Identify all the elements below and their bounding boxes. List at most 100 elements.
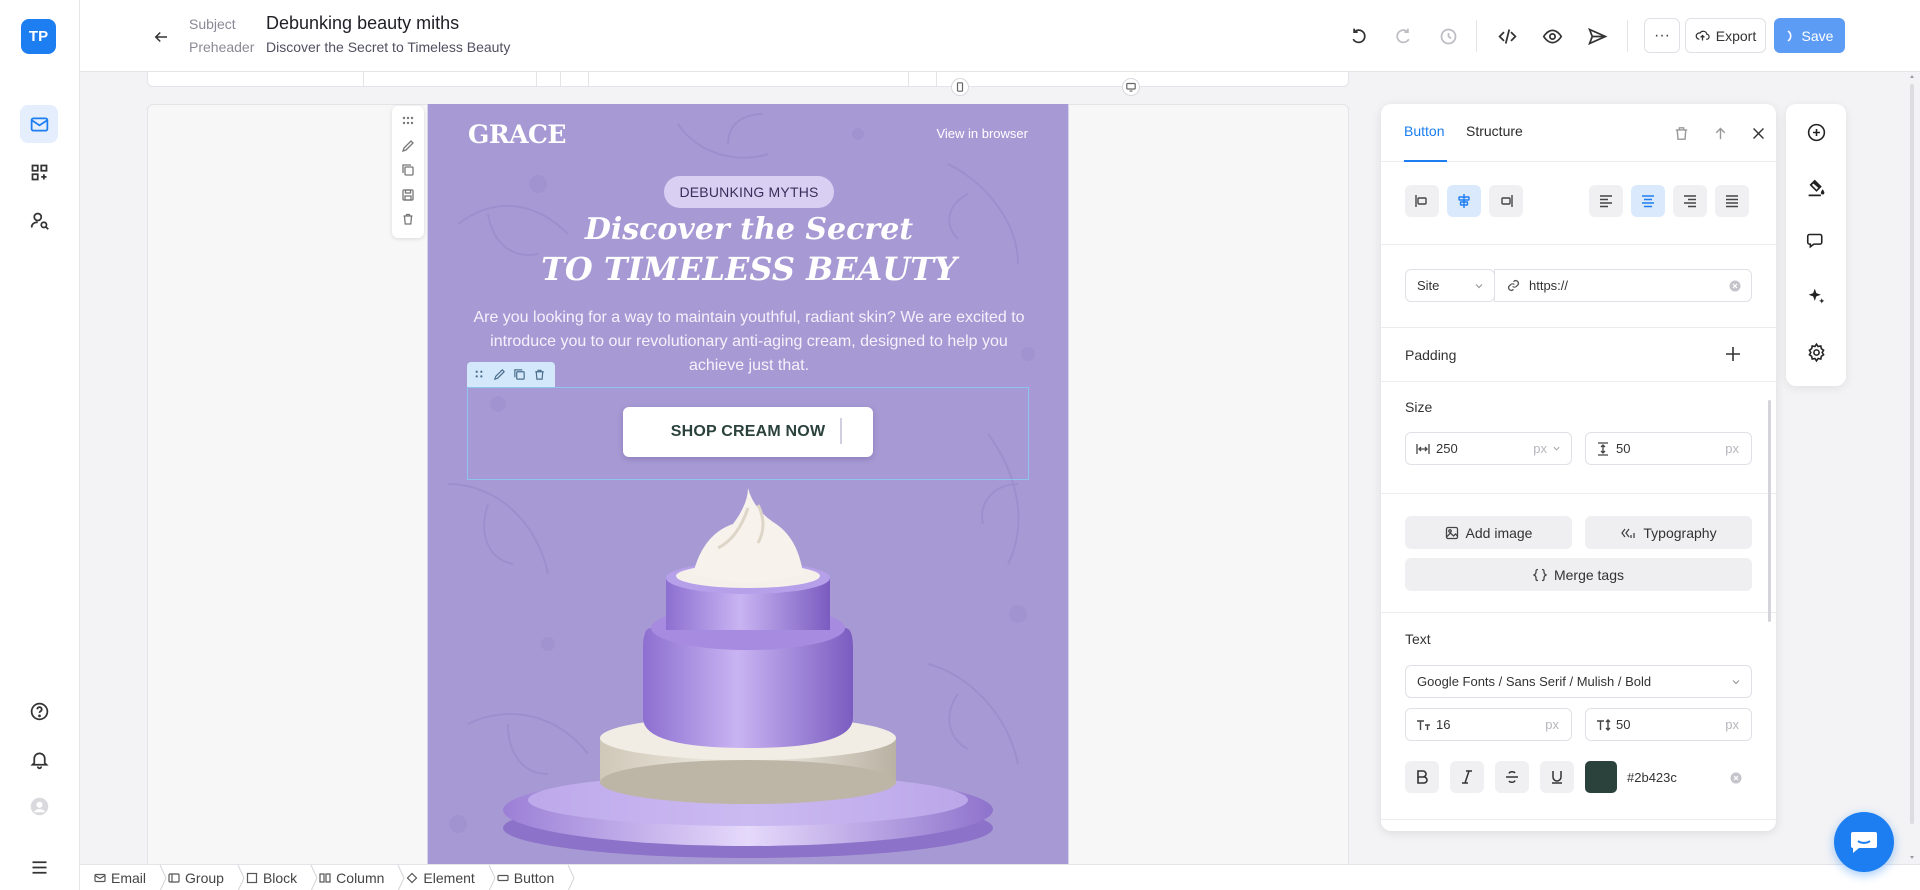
add-image-button[interactable]: Add image	[1405, 516, 1572, 549]
more-options-button[interactable]: ···	[1644, 18, 1680, 53]
merge-tags-label: Merge tags	[1553, 566, 1625, 583]
delete-element-button[interactable]	[1670, 122, 1692, 144]
add-padding-button[interactable]	[1723, 344, 1743, 364]
crumb-element[interactable]: Element	[406, 870, 486, 886]
left-nav-rail: TP	[0, 0, 80, 890]
section-divider	[1381, 493, 1776, 494]
line-height-input[interactable]: 50 px	[1585, 708, 1752, 741]
typography-button[interactable]: Typography	[1585, 516, 1752, 549]
section-divider	[1381, 819, 1776, 820]
size-label: Size	[1405, 399, 1433, 415]
contacts-nav-button[interactable]	[20, 201, 58, 239]
tab-structure[interactable]: Structure	[1466, 123, 1523, 139]
clear-icon[interactable]	[1729, 280, 1741, 292]
width-input[interactable]: 250 px	[1405, 432, 1572, 465]
merge-tags-button[interactable]: Merge tags	[1405, 558, 1752, 591]
cream-jar-image[interactable]	[488, 488, 1008, 864]
underline-button[interactable]	[1540, 761, 1574, 793]
italic-button[interactable]	[1450, 761, 1484, 793]
duplicate-icon[interactable]	[401, 163, 415, 177]
text-justify-button[interactable]	[1715, 185, 1749, 217]
support-chat-button[interactable]	[1834, 812, 1894, 872]
hero-title-line1[interactable]: Discover the Secret	[428, 212, 1068, 247]
save-button[interactable]: Save	[1774, 18, 1845, 53]
crumb-group[interactable]: Group	[168, 870, 236, 886]
redo-button[interactable]	[1389, 22, 1417, 50]
text-color-swatch[interactable]	[1585, 761, 1617, 793]
comments-button[interactable]	[1805, 230, 1827, 252]
mobile-view-toggle[interactable]	[951, 78, 969, 96]
history-button[interactable]	[1434, 22, 1462, 50]
edit-icon[interactable]	[493, 368, 506, 381]
chevron-down-icon	[1475, 283, 1483, 288]
edit-icon[interactable]	[401, 139, 415, 153]
hero-title-line2[interactable]: TO TIMELESS BEAUTY	[428, 250, 1068, 288]
view-in-browser-link[interactable]: View in browser	[936, 126, 1028, 141]
undo-button[interactable]	[1344, 22, 1372, 50]
link-type-select[interactable]: Site	[1405, 269, 1495, 302]
history-icon	[1440, 28, 1456, 44]
align-block-center-button[interactable]	[1447, 185, 1481, 217]
ai-assistant-button[interactable]	[1805, 285, 1827, 307]
duplicate-icon[interactable]	[513, 368, 526, 381]
close-panel-button[interactable]	[1747, 122, 1769, 144]
align-block-left-button[interactable]	[1405, 185, 1439, 217]
help-button[interactable]	[20, 692, 58, 730]
desktop-view-toggle[interactable]	[1122, 78, 1140, 96]
link-url-input[interactable]: https://	[1494, 269, 1752, 302]
width-unit: px	[1533, 441, 1547, 456]
strip-divider	[363, 72, 364, 86]
bell-icon	[29, 752, 49, 769]
subject-input[interactable]: Debunking beauty miths	[266, 13, 459, 34]
text-align-center-button[interactable]	[1631, 185, 1665, 217]
crumb-button[interactable]: Button	[497, 870, 566, 886]
bold-button[interactable]	[1405, 761, 1439, 793]
templates-nav-button[interactable]	[20, 153, 58, 191]
chevron-right-icon	[310, 864, 318, 890]
delete-element-icon[interactable]	[533, 368, 546, 381]
shop-cream-button[interactable]: SHOP CREAM NOW	[623, 407, 873, 457]
text-color-input[interactable]: #2b423c	[1617, 761, 1752, 794]
delete-block-icon[interactable]	[401, 212, 415, 226]
preview-button[interactable]	[1538, 22, 1566, 50]
preheader-input[interactable]: Discover the Secret to Timeless Beauty	[266, 39, 510, 55]
strip-divider	[536, 72, 537, 86]
crumb-email[interactable]: Email	[94, 870, 158, 886]
clear-icon[interactable]	[1730, 772, 1742, 784]
select-parent-button[interactable]	[1709, 122, 1731, 144]
block-icon	[246, 872, 258, 883]
settings-button[interactable]	[1805, 341, 1827, 363]
font-size-input[interactable]: 16 px	[1405, 708, 1572, 741]
notifications-button[interactable]	[20, 740, 58, 778]
brand-logo[interactable]: GRACE	[468, 120, 566, 149]
profile-button[interactable]	[20, 787, 58, 825]
text-align-right-button[interactable]	[1673, 185, 1707, 217]
align-block-center-icon	[1458, 194, 1470, 208]
drag-handle-icon[interactable]	[473, 368, 486, 381]
export-button[interactable]: Export	[1685, 18, 1766, 53]
send-test-button[interactable]	[1583, 22, 1611, 50]
chevron-down-icon[interactable]	[1552, 444, 1561, 453]
menu-button[interactable]	[20, 848, 58, 886]
font-family-select[interactable]: Google Fonts / Sans Serif / Mulish / Bol…	[1405, 665, 1752, 698]
panel-scrollbar[interactable]	[1768, 400, 1771, 622]
emails-nav-button[interactable]	[20, 105, 58, 143]
trash-icon	[1675, 126, 1687, 140]
styles-button[interactable]	[1805, 176, 1827, 198]
tab-button[interactable]: Button	[1404, 123, 1444, 139]
back-button[interactable]	[148, 24, 174, 50]
drag-handle-icon[interactable]	[401, 114, 415, 128]
save-block-icon[interactable]	[401, 188, 415, 202]
hero-badge[interactable]: DEBUNKING MYTHS	[664, 176, 834, 208]
code-view-button[interactable]	[1493, 22, 1521, 50]
app-logo[interactable]: TP	[21, 19, 56, 54]
height-input[interactable]: 50 px	[1585, 432, 1752, 465]
text-align-left-icon	[1600, 195, 1612, 208]
crumb-column[interactable]: Column	[319, 870, 396, 886]
crumb-block[interactable]: Block	[246, 870, 309, 886]
align-block-right-button[interactable]	[1489, 185, 1523, 217]
add-content-button[interactable]	[1805, 121, 1827, 143]
strikethrough-button[interactable]	[1495, 761, 1529, 793]
text-align-left-button[interactable]	[1589, 185, 1623, 217]
window-scrollbar[interactable]	[1909, 74, 1915, 862]
